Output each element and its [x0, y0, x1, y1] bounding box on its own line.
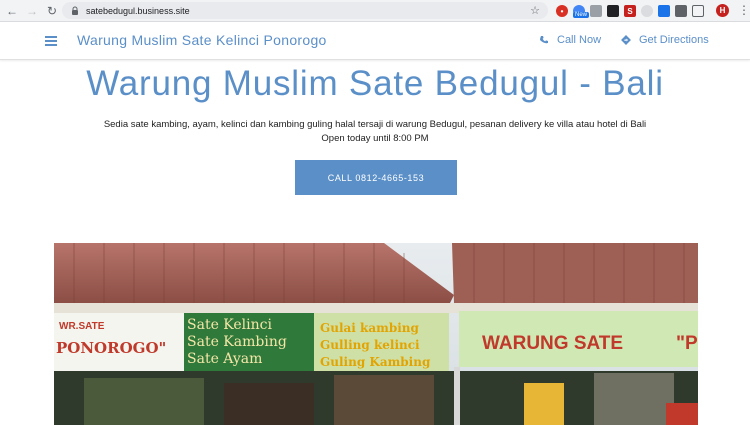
call-now-link[interactable]: Call Now	[539, 34, 601, 46]
call-button[interactable]: CALL 0812-4665-153	[295, 160, 457, 195]
storefront-photo: WR.SATE PONOROGO" Sate Kelinci Sate Kamb…	[54, 243, 698, 425]
sign-sate-ayam: Sate Ayam	[187, 351, 263, 367]
new-badge: New	[573, 12, 590, 18]
adblock-icon[interactable]: •	[556, 5, 568, 17]
translate-icon[interactable]	[658, 5, 670, 17]
sign-gulai-kambing: Gulai kambing	[320, 321, 419, 335]
back-icon[interactable]: ←	[4, 3, 20, 19]
circle-extension-icon[interactable]	[641, 5, 653, 17]
qr-icon[interactable]	[607, 5, 619, 17]
sign-sate-kambing: Sate Kambing	[187, 334, 287, 350]
get-directions-label: Get Directions	[639, 34, 709, 46]
bookmark-star-icon[interactable]: ☆	[530, 4, 540, 17]
directions-icon	[621, 35, 631, 45]
hamburger-menu-icon[interactable]	[45, 36, 57, 46]
s-extension-icon[interactable]: S	[624, 5, 636, 17]
opening-hours: Open today until 8:00 PM	[321, 133, 429, 144]
cast-icon[interactable]	[692, 5, 704, 17]
avatar[interactable]: H	[716, 4, 729, 17]
browser-toolbar: ← → ↻ satebedugul.business.site ☆ • S Ne…	[0, 0, 750, 22]
sign-sate-kelinci: Sate Kelinci	[187, 317, 272, 333]
business-description: Sedia sate kambing, ayam, kelinci dan ka…	[103, 119, 647, 130]
sign-guling-kambing: Guling Kambing	[320, 355, 431, 369]
more-menu-icon[interactable]: ⋮	[738, 3, 750, 17]
sign-warung-sate: WARUNG SATE	[482, 333, 624, 354]
call-now-label: Call Now	[557, 34, 602, 46]
phone-icon	[539, 35, 549, 45]
site-name[interactable]: Warung Muslim Sate Kelinci Ponorogo	[77, 32, 327, 48]
forward-icon[interactable]: →	[24, 3, 40, 19]
get-directions-link[interactable]: Get Directions	[621, 34, 709, 46]
sign-gulling-kelinci: Gulling kelinci	[320, 338, 420, 352]
document-icon[interactable]	[590, 5, 602, 17]
page-title: Warung Muslim Sate Bedugul - Bali	[86, 64, 664, 103]
url-text: satebedugul.business.site	[86, 5, 190, 16]
sign-far-right-quote: "P	[676, 333, 698, 354]
address-bar[interactable]: satebedugul.business.site ☆	[62, 2, 548, 19]
lock-icon	[70, 6, 80, 16]
reload-icon[interactable]: ↻	[44, 3, 60, 19]
sign-ponorogo: PONOROGO"	[56, 339, 167, 357]
site-header: Warung Muslim Sate Kelinci Ponorogo Call…	[0, 22, 750, 60]
grid-extension-icon[interactable]	[675, 5, 687, 17]
sign-wr-sate: WR.SATE	[59, 321, 105, 332]
